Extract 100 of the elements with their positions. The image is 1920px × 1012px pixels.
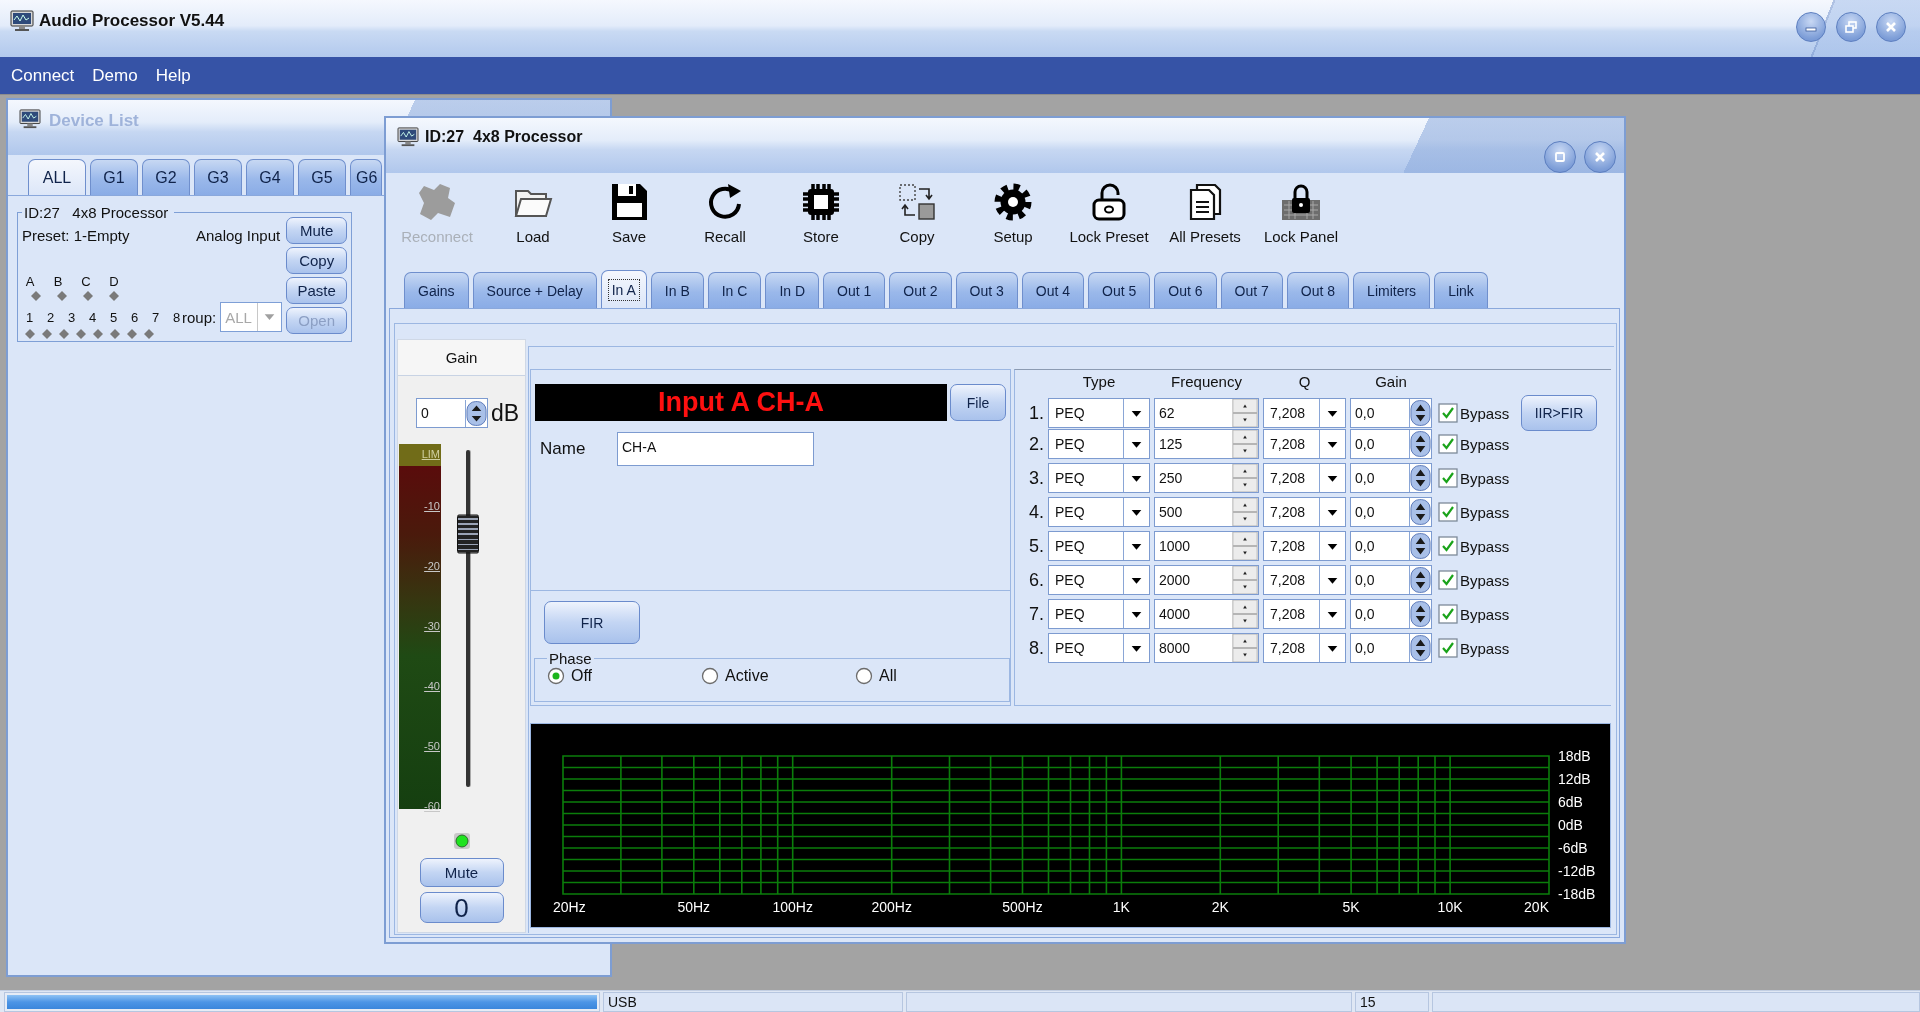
- spin-arrows-icon[interactable]: [1409, 430, 1431, 458]
- device-button[interactable]: Paste: [286, 277, 348, 304]
- toolbar-button[interactable]: Setup: [965, 177, 1061, 263]
- filter-type-dropdown[interactable]: PEQ: [1048, 429, 1150, 459]
- radio-label[interactable]: Off: [571, 667, 593, 685]
- toolbar-button[interactable]: Load: [485, 177, 581, 263]
- gain-input[interactable]: 0,0: [1350, 398, 1432, 428]
- frequency-input[interactable]: 2000: [1154, 565, 1259, 595]
- gain-input[interactable]: 0,0: [1350, 463, 1432, 493]
- gain-input[interactable]: 0,0: [1350, 429, 1432, 459]
- radio-button[interactable]: [855, 667, 873, 685]
- toolbar-button[interactable]: Copy: [869, 177, 965, 263]
- checkbox[interactable]: [1438, 638, 1458, 658]
- channel-tab[interactable]: In B: [650, 272, 704, 308]
- channel-tab[interactable]: Limiters: [1353, 272, 1431, 308]
- channel-tab[interactable]: Out 2: [889, 272, 952, 308]
- frequency-input[interactable]: 4000: [1154, 599, 1259, 629]
- spin-arrows-icon[interactable]: [1409, 532, 1431, 560]
- close-button[interactable]: [1584, 141, 1616, 173]
- channel-tab[interactable]: Source + Delay: [472, 272, 597, 308]
- spin-arrows-icon[interactable]: [1409, 399, 1431, 427]
- iir-to-fir-button[interactable]: IIR>FIR: [1521, 395, 1597, 431]
- group-tab[interactable]: G4: [246, 159, 294, 195]
- radio-button[interactable]: [701, 667, 719, 685]
- group-tab[interactable]: G3: [194, 159, 242, 195]
- gain-readout-button[interactable]: 0: [419, 892, 504, 923]
- filter-type-dropdown[interactable]: PEQ: [1048, 398, 1150, 428]
- group-tab[interactable]: G5: [298, 159, 346, 195]
- bypass-label[interactable]: Bypass: [1460, 605, 1517, 623]
- device-button[interactable]: Mute: [286, 217, 348, 244]
- mute-button[interactable]: Mute: [419, 858, 504, 887]
- q-dropdown[interactable]: 7,208: [1263, 633, 1346, 663]
- filter-type-dropdown[interactable]: PEQ: [1048, 463, 1150, 493]
- bypass-label[interactable]: Bypass: [1460, 469, 1517, 487]
- gain-input[interactable]: 0,0: [1350, 497, 1432, 527]
- channel-tab[interactable]: Out 6: [1154, 272, 1217, 308]
- q-dropdown[interactable]: 7,208: [1263, 463, 1346, 493]
- checkbox[interactable]: [1438, 536, 1458, 556]
- q-dropdown[interactable]: 7,208: [1263, 565, 1346, 595]
- group-tab[interactable]: G2: [142, 159, 190, 195]
- frequency-input[interactable]: 62: [1154, 398, 1259, 428]
- gain-input[interactable]: 0,0: [1350, 531, 1432, 561]
- device-button[interactable]: Copy: [286, 247, 348, 274]
- restore-button[interactable]: [1836, 12, 1866, 42]
- channel-tab[interactable]: Out 5: [1088, 272, 1151, 308]
- gain-input[interactable]: 0,0: [1350, 599, 1432, 629]
- channel-tab[interactable]: Out 3: [955, 272, 1018, 308]
- menu-item[interactable]: Connect: [11, 65, 75, 86]
- gain-input[interactable]: 0: [415, 398, 488, 428]
- spin-arrows-icon[interactable]: [1409, 634, 1431, 662]
- frequency-input[interactable]: 125: [1154, 429, 1259, 459]
- channel-tab[interactable]: Gains: [404, 272, 469, 308]
- channel-tab[interactable]: In A: [600, 270, 647, 308]
- radio-button[interactable]: [547, 667, 565, 685]
- filter-type-dropdown[interactable]: PEQ: [1048, 599, 1150, 629]
- gain-input[interactable]: 0,0: [1350, 633, 1432, 663]
- spin-arrows-icon[interactable]: [1409, 498, 1431, 526]
- checkbox[interactable]: [1438, 604, 1458, 624]
- toolbar-button[interactable]: Lock Preset: [1061, 177, 1157, 263]
- bypass-label[interactable]: Bypass: [1460, 537, 1517, 555]
- minimize-button[interactable]: [1796, 12, 1826, 42]
- filter-type-dropdown[interactable]: PEQ: [1048, 531, 1150, 561]
- toolbar-button[interactable]: Store: [773, 177, 869, 263]
- bypass-label[interactable]: Bypass: [1460, 404, 1517, 422]
- fir-button[interactable]: FIR: [544, 601, 640, 644]
- q-dropdown[interactable]: 7,208: [1263, 497, 1346, 527]
- menu-item[interactable]: Demo: [92, 65, 138, 86]
- channel-tab[interactable]: Link: [1434, 272, 1488, 308]
- close-button[interactable]: [1876, 12, 1906, 42]
- q-dropdown[interactable]: 7,208: [1263, 429, 1346, 459]
- radio-label[interactable]: Active: [725, 667, 769, 685]
- checkbox[interactable]: [1438, 502, 1458, 522]
- maximize-button[interactable]: [1544, 141, 1576, 173]
- gain-input[interactable]: 0,0: [1350, 565, 1432, 595]
- toolbar-button[interactable]: All Presets: [1157, 177, 1253, 263]
- checkbox[interactable]: [1438, 468, 1458, 488]
- frequency-input[interactable]: 500: [1154, 497, 1259, 527]
- filter-type-dropdown[interactable]: PEQ: [1048, 565, 1150, 595]
- checkbox[interactable]: [1438, 403, 1458, 423]
- frequency-input[interactable]: 1000: [1154, 531, 1259, 561]
- spin-arrows-icon[interactable]: [464, 399, 487, 427]
- channel-tab[interactable]: In C: [707, 272, 762, 308]
- menu-item[interactable]: Help: [155, 65, 191, 86]
- group-tab[interactable]: G6: [350, 159, 382, 195]
- frequency-input[interactable]: 250: [1154, 463, 1259, 493]
- q-dropdown[interactable]: 7,208: [1263, 599, 1346, 629]
- checkbox[interactable]: [1438, 434, 1458, 454]
- channel-tab[interactable]: Out 4: [1021, 272, 1085, 308]
- q-dropdown[interactable]: 7,208: [1263, 398, 1346, 428]
- name-input[interactable]: CH-A: [617, 432, 814, 466]
- radio-label[interactable]: All: [879, 667, 897, 685]
- toolbar-button[interactable]: Recall: [677, 177, 773, 263]
- filter-type-dropdown[interactable]: PEQ: [1048, 497, 1150, 527]
- checkbox[interactable]: [1438, 570, 1458, 590]
- filter-type-dropdown[interactable]: PEQ: [1048, 633, 1150, 663]
- bypass-label[interactable]: Bypass: [1460, 639, 1517, 657]
- frequency-input[interactable]: 8000: [1154, 633, 1259, 663]
- spin-arrows-icon[interactable]: [1409, 566, 1431, 594]
- spin-arrows-icon[interactable]: [1409, 464, 1431, 492]
- channel-tab[interactable]: Out 1: [823, 272, 886, 308]
